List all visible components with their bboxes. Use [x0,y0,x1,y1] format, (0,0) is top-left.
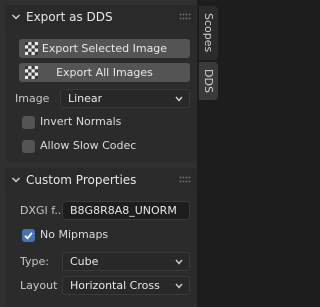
tab-scopes[interactable]: Scopes [199,6,218,60]
chevron-down-icon[interactable] [11,12,21,22]
sidebar-region: Export as DDS Export Selected Image Expo… [0,0,197,307]
checkmark-icon [24,232,33,240]
drag-grip-icon[interactable] [179,176,191,184]
custom-panel-header[interactable]: Custom Properties [5,168,197,192]
dxgi-format-field[interactable]: B8G8R8A8_UNORM [62,201,190,220]
export-panel-title: Export as DDS [26,10,113,24]
export-selected-button[interactable]: Export Selected Image [19,39,190,58]
allow-slow-codec-checkbox-row[interactable]: Allow Slow Codec [22,139,182,155]
layout-label: Layout [20,279,58,292]
export-panel: Export as DDS Export Selected Image Expo… [5,5,197,162]
no-mipmaps-checkbox-row[interactable]: No Mipmaps [22,228,182,244]
type-dropdown-value: Cube [70,255,99,268]
invert-normals-checkbox[interactable] [22,116,35,129]
layout-dropdown[interactable]: Horizontal Cross [62,276,190,295]
dxgi-format-label: DXGI f... [20,204,65,217]
dxgi-format-value: B8G8R8A8_UNORM [70,204,177,217]
export-all-button[interactable]: Export All Images [19,63,190,82]
type-dropdown[interactable]: Cube [62,252,190,271]
custom-properties-panel: Custom Properties DXGI f... B8G8R8A8_UNO… [5,168,197,307]
no-mipmaps-label: No Mipmaps [40,228,109,241]
properties-editor: Export as DDS Export Selected Image Expo… [0,0,220,307]
chevron-down-icon [175,283,183,289]
tab-dds-label: DDS [202,69,215,93]
layout-dropdown-value: Horizontal Cross [70,279,160,292]
tab-scopes-label: Scopes [202,13,215,53]
custom-panel-title: Custom Properties [26,173,137,187]
invert-normals-checkbox-row[interactable]: Invert Normals [22,115,182,131]
allow-slow-codec-label: Allow Slow Codec [40,139,137,152]
chevron-down-icon [175,259,183,265]
chevron-down-icon[interactable] [11,175,21,185]
sidebar-tab-strip: Scopes DDS [197,0,220,307]
chevron-down-icon [175,96,183,102]
drag-grip-icon[interactable] [179,13,191,21]
export-panel-header[interactable]: Export as DDS [5,5,197,29]
allow-slow-codec-checkbox[interactable] [22,140,35,153]
invert-normals-label: Invert Normals [40,115,122,128]
image-dropdown[interactable]: Linear [60,89,190,108]
no-mipmaps-checkbox[interactable] [22,229,35,242]
image-dropdown-value: Linear [68,92,103,105]
image-label: Image [15,92,50,105]
type-label: Type: [20,255,49,268]
export-all-label: Export All Images [56,66,153,79]
export-selected-label: Export Selected Image [41,42,168,55]
tab-dds[interactable]: DDS [199,62,218,100]
